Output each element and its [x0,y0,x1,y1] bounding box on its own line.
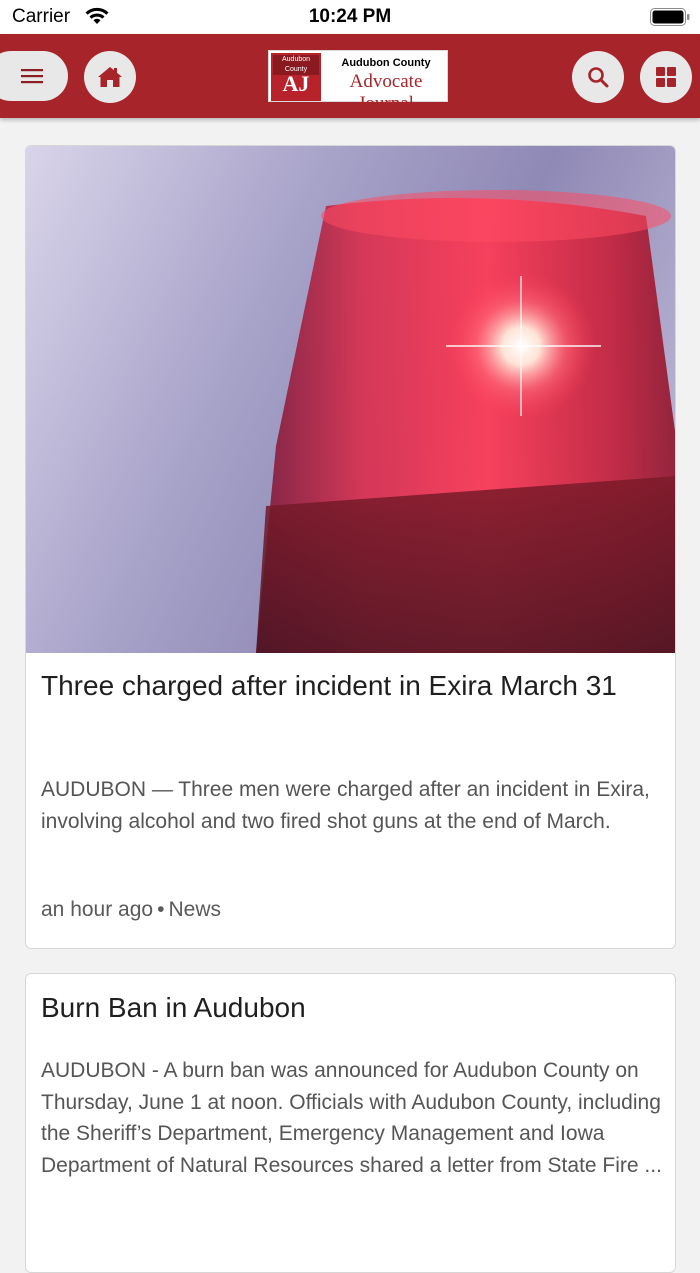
status-time: 10:24 PM [308,6,392,27]
search-button[interactable] [572,51,624,103]
logo-mark: Audubon County AJ [271,53,321,101]
article-card[interactable]: Three charged after incident in Exira Ma… [25,145,676,949]
app-header: Audubon County AJ Audubon County Advocat… [0,34,700,118]
article-title[interactable]: Three charged after incident in Exira Ma… [41,666,661,706]
article-category[interactable]: News [168,898,221,921]
meta-separator: • [157,898,165,921]
sections-button[interactable] [640,51,692,103]
article-card[interactable]: Burn Ban in Audubon AUDUBON - A burn ban… [25,973,676,1273]
search-icon [588,67,609,88]
article-title[interactable]: Burn Ban in Audubon [41,988,661,1028]
article-excerpt: AUDUBON - A burn ban was announced for A… [41,1059,662,1177]
logo-line2: Advocate Journal [349,71,423,114]
status-bar: Carrier 10:24 PM [0,0,700,34]
article-meta: an hour ago • News [41,898,221,922]
menu-icon [21,69,43,84]
menu-button[interactable] [0,51,68,101]
logo-mark-letters: AJ [282,71,310,96]
battery-icon [650,8,690,26]
grid-icon [656,67,676,87]
article-image[interactable] [26,146,675,653]
article-excerpt: AUDUBON — Three men were charged after a… [41,778,650,833]
article-time: an hour ago [41,898,154,921]
home-button[interactable] [84,51,136,103]
logo-line1: Audubon County [341,57,431,69]
home-icon [98,67,122,87]
site-logo[interactable]: Audubon County AJ Audubon County Advocat… [268,50,448,114]
siren-light-image [256,190,675,653]
